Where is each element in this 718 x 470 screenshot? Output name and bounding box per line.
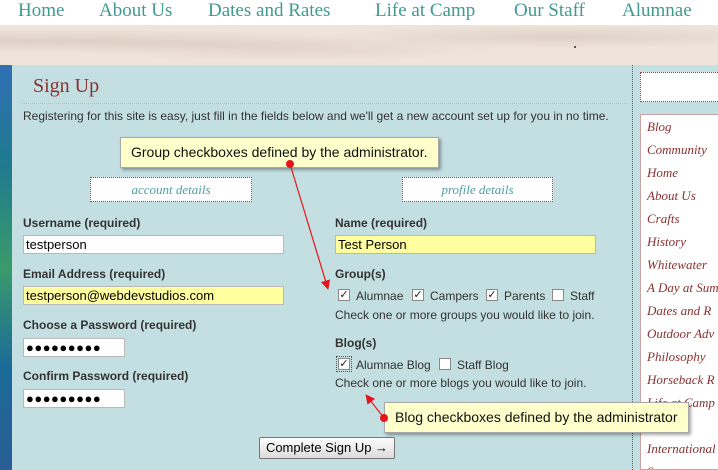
groups-annotation-callout: Group checkboxes defined by the administ… (120, 137, 439, 168)
sidebar-item-community[interactable]: Community (641, 138, 718, 161)
profile-details-header: profile details (402, 177, 553, 202)
password-label: Choose a Password (required) (23, 318, 197, 332)
password-field[interactable]: ●●●●●●●●● (23, 338, 125, 357)
top-navigation: Home About Us Dates and Rates Life at Ca… (0, 0, 718, 25)
username-field[interactable]: testperson (23, 235, 284, 254)
sidebar-item-philosophy[interactable]: Philosophy (641, 345, 718, 368)
email-field[interactable]: testperson@webdevstudios.com (23, 286, 284, 305)
sidebar-item-home[interactable]: Home (641, 161, 718, 184)
group-alumnae-label: Alumnae (356, 289, 404, 303)
page-title: Sign Up (33, 75, 100, 97)
sidebar-item-about-us[interactable]: About Us (641, 184, 718, 207)
sidebar-item-international[interactable]: International (641, 437, 718, 460)
blogs-annotation-callout: Blog checkboxes defined by the administr… (384, 402, 689, 433)
sidebar-item-blog[interactable]: Blog (641, 115, 718, 138)
name-field[interactable]: Test Person (335, 235, 596, 254)
name-label: Name (required) (335, 216, 428, 230)
group-parents-checkbox[interactable]: ✓ (486, 289, 498, 301)
decorative-strip (0, 65, 12, 470)
account-details-header: account details (90, 177, 252, 202)
nav-link-dates-and-rates[interactable]: Dates and Rates (208, 0, 330, 22)
sidebar-item-outdoor-adventure[interactable]: Outdoor Adv (641, 322, 718, 345)
confirm-password-field[interactable]: ●●●●●●●●● (23, 389, 125, 408)
nav-link-alumnae[interactable]: Alumnae (622, 0, 692, 22)
email-label: Email Address (required) (23, 267, 166, 281)
group-staff-checkbox[interactable] (552, 289, 564, 301)
sidebar-item-dates-and-rates[interactable]: Dates and R (641, 299, 718, 322)
intro-text: Registering for this site is easy, just … (23, 109, 609, 123)
title-divider (22, 103, 627, 104)
group-alumnae-checkbox[interactable]: ✓ (338, 289, 350, 301)
group-staff-label: Staff (570, 289, 595, 303)
blogs-help-text: Check one or more blogs you would like t… (335, 376, 587, 390)
nav-link-home[interactable]: Home (18, 0, 64, 22)
blog-alumnae-label: Alumnae Blog (356, 358, 431, 372)
nav-link-about-us[interactable]: About Us (99, 0, 172, 22)
groups-help-text: Check one or more groups you would like … (335, 308, 595, 322)
sidebar-item-a-day-at-summer[interactable]: A Day at Sum (641, 276, 718, 299)
blog-staff-label: Staff Blog (457, 358, 509, 372)
blog-alumnae-checkbox[interactable]: ✓ (336, 356, 352, 372)
group-parents-label: Parents (504, 289, 546, 303)
sidebar-item-whitewater[interactable]: Whitewater (641, 253, 718, 276)
sidebar-widget-top (640, 72, 718, 102)
sidebar-item-sports[interactable]: Sports (641, 460, 718, 469)
nav-link-our-staff[interactable]: Our Staff (514, 0, 585, 22)
group-campers-label: Campers (430, 289, 479, 303)
username-label: Username (required) (23, 216, 141, 230)
group-campers-checkbox[interactable]: ✓ (412, 289, 424, 301)
sidebar-item-horseback-riding[interactable]: Horseback R (641, 368, 718, 391)
sidebar-item-crafts[interactable]: Crafts (641, 207, 718, 230)
blog-staff-checkbox[interactable] (439, 358, 451, 370)
groups-label: Group(s) (335, 267, 386, 281)
confirm-password-label: Confirm Password (required) (23, 369, 189, 383)
nav-link-life-at-camp[interactable]: Life at Camp (375, 0, 475, 22)
header-banner (0, 25, 718, 65)
sidebar-item-history[interactable]: History (641, 230, 718, 253)
complete-signup-button[interactable]: Complete Sign Up → (259, 437, 395, 459)
blogs-label: Blog(s) (335, 336, 377, 350)
